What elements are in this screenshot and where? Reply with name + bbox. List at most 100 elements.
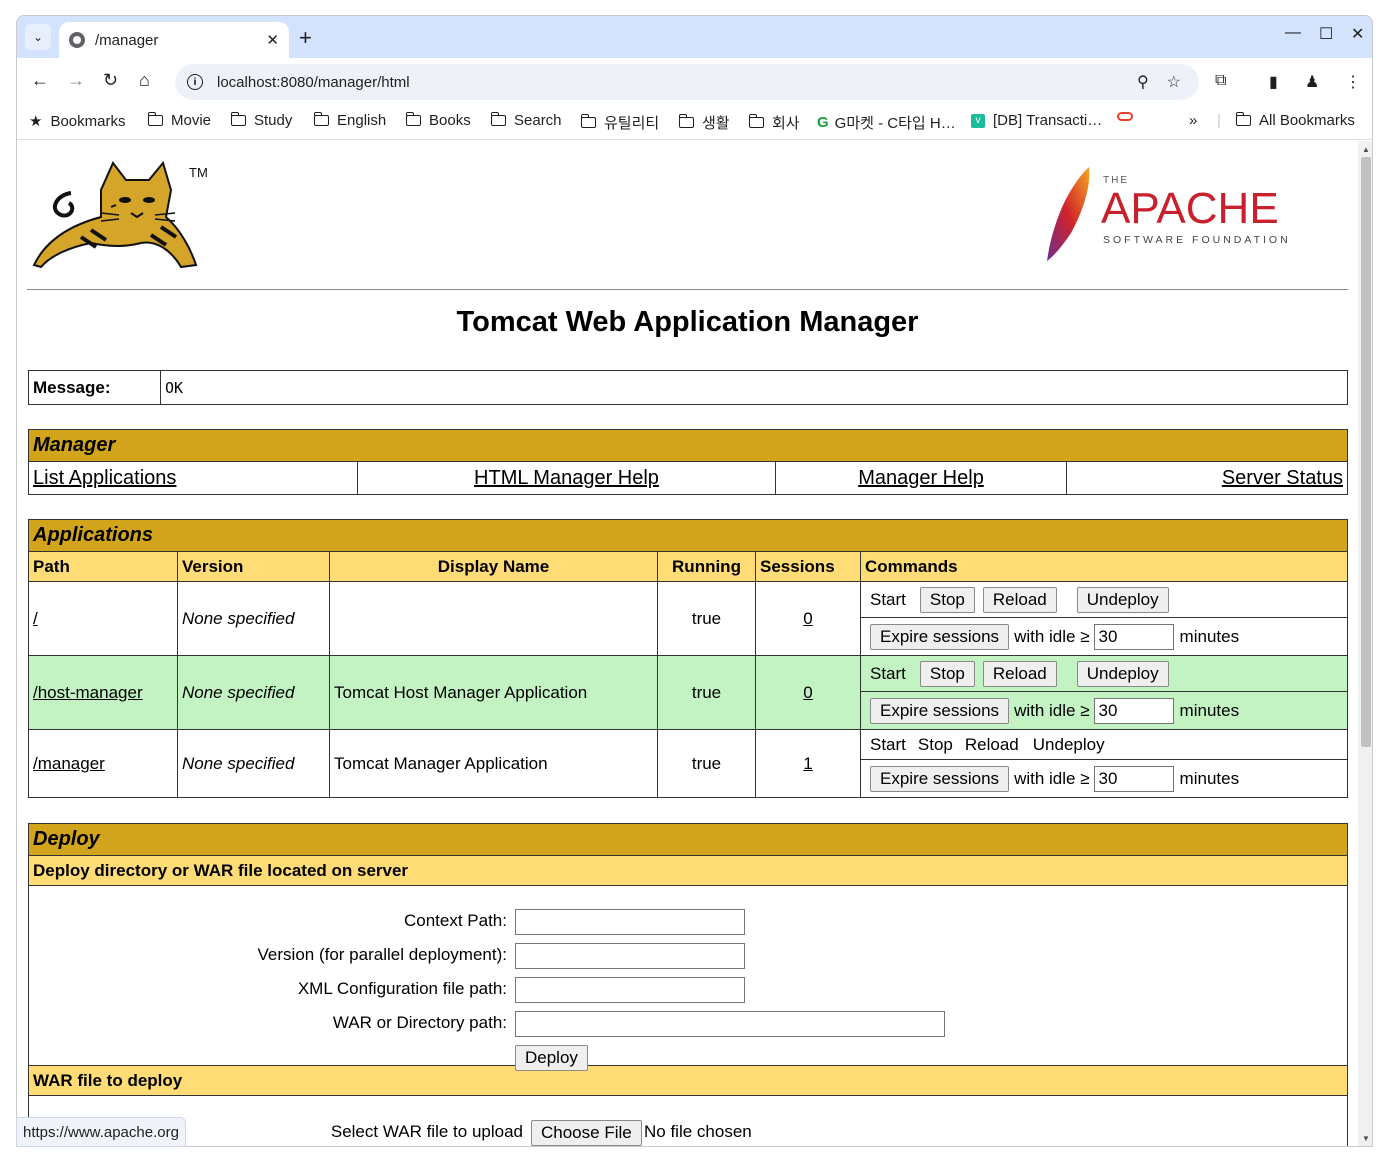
folder-icon <box>230 112 246 126</box>
deploy-button[interactable]: Deploy <box>515 1045 588 1071</box>
folder-icon <box>490 112 506 126</box>
bookmark-star-icon[interactable]: ☆ <box>1167 72 1181 92</box>
app-sessions-link[interactable]: 1 <box>803 754 812 773</box>
oracle-bookmark[interactable] <box>1117 112 1133 121</box>
star-icon: ★ <box>29 113 43 130</box>
page-title: Tomcat Web Application Manager <box>456 306 919 338</box>
bookmark-search[interactable]: Search <box>490 112 562 129</box>
close-window-icon[interactable]: ✕ <box>1351 24 1364 44</box>
message-label: Message: <box>28 370 161 405</box>
expire-sessions-button[interactable]: Expire sessions <box>870 697 1010 724</box>
scroll-up-icon[interactable]: ▲ <box>1362 145 1370 154</box>
bookmark-gmarket[interactable]: G G마켓 - C타입 H… <box>817 112 956 133</box>
toolbar: ← → ↻ ⌂ i localhost:8080/manager/html ⚲ … <box>17 58 1372 104</box>
maximize-icon[interactable]: ☐ <box>1319 24 1333 44</box>
address-bar[interactable]: i localhost:8080/manager/html ⚲ ☆ <box>175 64 1199 100</box>
app-sessions-link[interactable]: 0 <box>803 609 812 628</box>
scroll-down-icon[interactable]: ▼ <box>1362 1134 1370 1143</box>
bookmark-study[interactable]: Study <box>230 112 292 129</box>
side-panel-icon[interactable]: ▮ <box>1269 72 1278 92</box>
start-label: Start <box>870 734 906 754</box>
reload-icon[interactable]: ↻ <box>103 70 118 91</box>
expire-sessions-button[interactable]: Expire sessions <box>870 765 1010 792</box>
minimize-icon[interactable]: — <box>1285 24 1301 42</box>
back-icon[interactable]: ← <box>31 70 49 91</box>
new-tab-button[interactable]: + <box>299 25 312 51</box>
tab-strip: ⌄ /manager ✕ + — ☐ ✕ <box>17 16 1372 58</box>
app-path-link[interactable]: /manager <box>33 754 105 773</box>
html-manager-help-link[interactable]: HTML Manager Help <box>474 467 659 489</box>
app-path-link[interactable]: /host-manager <box>33 683 143 702</box>
bookmarks-overflow[interactable]: » <box>1189 112 1197 129</box>
war-path-input[interactable] <box>515 1011 945 1037</box>
page-scrollbar[interactable]: ▲ ▼ <box>1358 141 1372 1146</box>
folder-icon <box>580 114 596 128</box>
app-version: None specified <box>177 581 330 656</box>
idle-input[interactable]: 30 <box>1093 765 1174 792</box>
minutes-label: minutes <box>1179 626 1240 646</box>
bookmark-books[interactable]: Books <box>405 112 471 129</box>
undeploy-button[interactable]: Undeploy <box>1076 586 1169 613</box>
all-bookmarks[interactable]: All Bookmarks <box>1235 112 1355 129</box>
close-tab-icon[interactable]: ✕ <box>266 31 279 49</box>
app-version: None specified <box>177 655 330 730</box>
tab-manager[interactable]: /manager ✕ <box>59 22 289 58</box>
tab-search-icon[interactable]: ⌄ <box>25 24 51 50</box>
col-path: Path <box>28 551 178 582</box>
bookmark-life[interactable]: 생활 <box>678 112 730 133</box>
tm-mark: TM <box>189 165 208 180</box>
scroll-thumb[interactable] <box>1361 157 1371 747</box>
manager-help-link[interactable]: Manager Help <box>858 467 984 489</box>
xml-path-label: XML Configuration file path: <box>297 979 507 998</box>
undeploy-button[interactable]: Undeploy <box>1076 660 1169 687</box>
war-path-label: WAR or Directory path: <box>332 1013 507 1032</box>
xml-path-input[interactable] <box>515 977 745 1003</box>
divider-line <box>27 289 1348 290</box>
profile-icon[interactable]: ♟ <box>1305 72 1319 92</box>
message-table: Message: OK <box>28 370 1348 405</box>
start-label: Start <box>870 663 906 683</box>
menu-icon[interactable]: ⋮ <box>1345 72 1361 92</box>
server-status-link[interactable]: Server Status <box>1222 467 1343 489</box>
app-version: None specified <box>177 729 330 798</box>
url-text[interactable]: localhost:8080/manager/html <box>217 74 1137 91</box>
expire-sessions-button[interactable]: Expire sessions <box>870 623 1010 650</box>
app-sessions-link[interactable]: 0 <box>803 683 812 702</box>
table-row: / None specified true 0 Start Stop Reloa… <box>28 581 1348 656</box>
reload-button[interactable]: Reload <box>982 660 1057 687</box>
with-idle-label: with idle ≥ <box>1014 768 1090 788</box>
tomcat-logo[interactable]: TM <box>31 155 211 275</box>
table-row: /manager None specified Tomcat Manager A… <box>28 729 1348 798</box>
stop-button[interactable]: Stop <box>919 660 975 687</box>
bookmark-utility[interactable]: 유틸리티 <box>580 112 659 133</box>
home-icon[interactable]: ⌂ <box>139 70 150 91</box>
apache-logo[interactable]: THE APACHE SOFTWARE FOUNDATION <box>1037 153 1307 263</box>
app-display-name <box>329 581 658 656</box>
manager-table: Manager List Applications HTML Manager H… <box>28 429 1348 495</box>
zoom-icon[interactable]: ⚲ <box>1137 72 1149 92</box>
forward-icon[interactable]: → <box>67 70 85 91</box>
bookmark-english[interactable]: English <box>313 112 386 129</box>
stop-label: Stop <box>917 734 953 754</box>
reload-button[interactable]: Reload <box>982 586 1057 613</box>
svg-text:SOFTWARE FOUNDATION: SOFTWARE FOUNDATION <box>1103 234 1291 246</box>
oracle-icon <box>1117 112 1133 121</box>
app-path-link[interactable]: / <box>33 609 38 628</box>
bookmark-db-transaction[interactable]: v [DB] Transacti… <box>971 112 1102 129</box>
folder-icon <box>678 114 694 128</box>
list-applications-link[interactable]: List Applications <box>33 467 176 489</box>
site-info-icon[interactable]: i <box>187 74 203 90</box>
version-input[interactable] <box>515 943 745 969</box>
extensions-icon[interactable]: ⧉ <box>1215 72 1226 90</box>
bookmark-movie[interactable]: Movie <box>147 112 211 129</box>
bookmark-bookmarks[interactable]: ★ Bookmarks <box>29 112 125 131</box>
stop-button[interactable]: Stop <box>919 586 975 613</box>
idle-input[interactable]: 30 <box>1093 623 1174 650</box>
app-running: true <box>657 581 756 656</box>
bookmark-company[interactable]: 회사 <box>748 112 800 133</box>
idle-input[interactable]: 30 <box>1093 697 1174 724</box>
col-display-name: Display Name <box>329 551 658 582</box>
app-display-name: Tomcat Host Manager Application <box>329 655 658 730</box>
choose-file-button[interactable]: Choose File <box>531 1120 642 1146</box>
context-path-input[interactable] <box>515 909 745 935</box>
